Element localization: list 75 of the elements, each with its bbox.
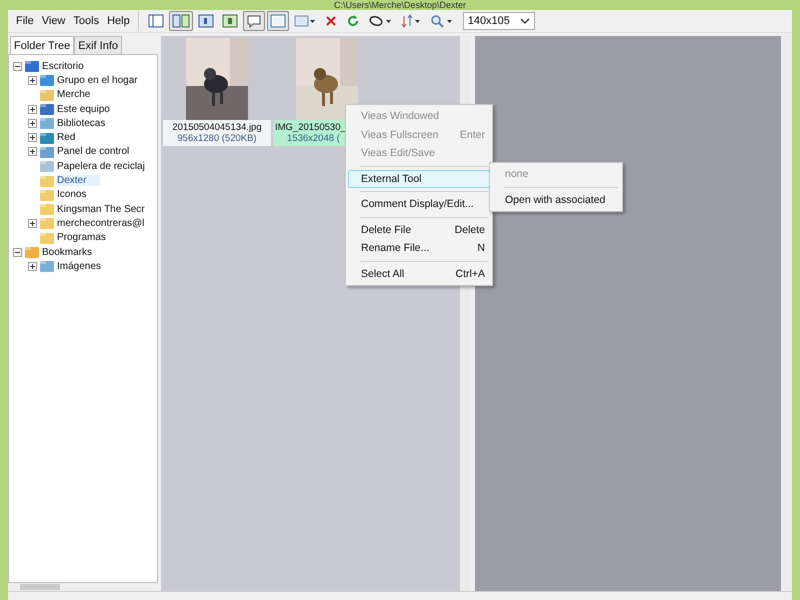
pane-icon xyxy=(222,14,238,28)
comment-button[interactable] xyxy=(242,11,265,31)
folder-icon xyxy=(39,174,55,188)
window-title: C:\Users\Merche\Desktop\Dexter xyxy=(334,0,466,10)
chevron-icon xyxy=(520,17,530,25)
expander-icon[interactable] xyxy=(28,104,37,114)
menu-item[interactable]: Rename File... N xyxy=(348,239,490,258)
menu-item[interactable]: Comment Display/Edit... xyxy=(348,195,490,214)
menu-item[interactable]: Tools xyxy=(69,15,104,27)
tree-item[interactable]: Merche xyxy=(57,89,90,100)
star-folder-icon xyxy=(24,245,40,259)
computer-icon xyxy=(39,102,55,116)
refresh-icon xyxy=(346,14,360,28)
expander-icon[interactable] xyxy=(28,76,37,85)
menu-item[interactable]: Open with associated xyxy=(492,190,620,209)
expander-icon[interactable] xyxy=(28,218,37,228)
monitor-icon xyxy=(24,59,40,74)
folder-icon xyxy=(39,230,55,245)
split-button[interactable] xyxy=(168,11,193,31)
tree-item[interactable]: Imágenes xyxy=(57,260,101,272)
menu-item[interactable]: Delete File Delete xyxy=(348,220,490,239)
user-folder-icon xyxy=(39,88,55,102)
speech-bubble-icon xyxy=(246,14,262,28)
control-panel-icon xyxy=(39,144,55,159)
tab[interactable]: Folder Tree xyxy=(10,36,74,54)
tree-item[interactable]: Dexter xyxy=(57,175,100,186)
network-icon xyxy=(39,130,55,145)
tree-item[interactable]: Este equipo xyxy=(57,104,110,115)
tree-item[interactable]: Escritorio xyxy=(42,60,84,72)
expander-icon[interactable] xyxy=(28,133,37,142)
library-icon xyxy=(39,116,55,130)
tree-item[interactable]: Panel de control xyxy=(57,146,130,158)
pane-icon xyxy=(198,14,214,28)
menu-item[interactable]: Select All Ctrl+A xyxy=(348,264,490,283)
frame-icon xyxy=(294,14,316,28)
expander-icon[interactable] xyxy=(13,62,22,71)
expander-icon[interactable] xyxy=(28,118,37,128)
scrollbar[interactable] xyxy=(781,36,792,591)
library-icon xyxy=(39,259,55,274)
tree-item[interactable]: Bookmarks xyxy=(42,246,92,258)
search-icon xyxy=(430,14,454,28)
folder-icon xyxy=(39,202,55,216)
frame-icon xyxy=(270,14,286,28)
folder-icon xyxy=(39,188,55,202)
recycle-bin-icon xyxy=(39,159,55,174)
group-icon xyxy=(39,73,55,88)
tree-item[interactable]: Red xyxy=(57,132,76,144)
tree-item[interactable]: merchecontreras@l xyxy=(57,218,144,229)
expander-icon[interactable] xyxy=(13,248,22,256)
close-icon xyxy=(324,14,338,28)
frame-button[interactable] xyxy=(266,11,289,31)
thumbnail[interactable]: 20150504045134.jpg 956x1280 (520KB) xyxy=(163,38,271,146)
expander-icon[interactable] xyxy=(28,147,37,156)
two-panes-icon xyxy=(172,14,190,28)
tree-item[interactable]: Grupo en el hogar xyxy=(57,74,138,86)
tree-item[interactable]: Papelera de reciclaj xyxy=(57,160,145,172)
menu-item[interactable]: View xyxy=(38,15,70,27)
file-name: IMG_20150530_ xyxy=(274,122,346,133)
file-info: 956x1280 (520KB) xyxy=(177,133,257,144)
file-name: 20150504045134.jpg xyxy=(172,122,262,133)
size-select[interactable]: 140x105 xyxy=(462,12,535,30)
file-info: 1536x2048 ( xyxy=(286,133,340,144)
tree-item[interactable]: Programas xyxy=(57,232,106,244)
menu-item[interactable]: File xyxy=(12,15,38,27)
ellipse-icon xyxy=(368,14,392,28)
tree-item[interactable]: Bibliotecas xyxy=(57,118,106,129)
tree-item[interactable]: Iconos xyxy=(57,189,86,200)
expander-icon[interactable] xyxy=(28,262,37,271)
panel-icon xyxy=(148,14,164,28)
tree-item[interactable]: Kingsman The Secr xyxy=(57,204,145,215)
menu-item[interactable]: Help xyxy=(103,15,134,27)
sort-icon xyxy=(400,14,422,28)
menu-item[interactable]: External Tool xyxy=(348,170,490,188)
folder-icon xyxy=(39,216,55,230)
tab[interactable]: Exif Info xyxy=(74,36,122,54)
